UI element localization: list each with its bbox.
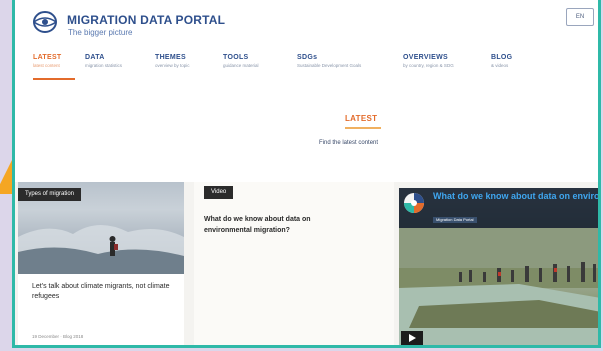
nav-sub: latest content — [33, 63, 60, 68]
nav-item-latest[interactable]: LATEST latest content — [33, 54, 75, 80]
site-header: MIGRATION DATA PORTAL The bigger picture… — [15, 0, 598, 42]
nav-label: DATA — [85, 54, 105, 61]
video-source: Migration Data Portal — [433, 217, 477, 223]
nav-label: SDGs — [297, 54, 318, 61]
nav-item-data[interactable]: DATA migration statistics — [85, 54, 122, 68]
card-tag[interactable]: Types of migration — [18, 188, 82, 201]
nav-item-blog[interactable]: BLOG & videos — [491, 54, 512, 68]
nav-sub: guidance material — [223, 63, 259, 68]
active-underline — [33, 78, 75, 80]
main-nav: LATEST latest content DATA migration sta… — [15, 54, 598, 94]
nav-item-tools[interactable]: TOOLS guidance material — [223, 54, 259, 68]
card-title[interactable]: Let's talk about climate migrants, not c… — [32, 282, 177, 302]
card-title[interactable]: What do we know about data on environmen… — [204, 214, 354, 236]
nav-item-overviews[interactable]: OVERVIEWS by country, region & SDG — [403, 54, 454, 68]
nav-label: OVERVIEWS — [403, 54, 448, 61]
globe-logo-icon[interactable] — [31, 10, 59, 34]
section-title-rule — [345, 127, 381, 129]
play-icon — [409, 334, 416, 342]
video-title-bar: What do we know about data on environmen… — [399, 188, 598, 228]
nav-sub: Sustainable Development Goals — [297, 63, 362, 68]
nav-label: TOOLS — [223, 54, 249, 61]
brand-title[interactable]: MIGRATION DATA PORTAL — [67, 13, 225, 27]
nav-label: BLOG — [491, 54, 513, 61]
channel-logo-icon — [404, 193, 424, 213]
video-card[interactable]: What do we know about data on environmen… — [399, 188, 598, 345]
language-button[interactable]: EN — [566, 8, 594, 26]
section-title: LATEST — [345, 114, 378, 123]
browser-frame: MIGRATION DATA PORTAL The bigger picture… — [12, 0, 601, 348]
card-tag[interactable]: Video — [204, 186, 234, 199]
nav-sub: migration statistics — [85, 63, 123, 68]
nav-label: THEMES — [155, 54, 186, 61]
section-subtitle: Find the latest content — [319, 140, 379, 146]
play-button[interactable] — [401, 331, 423, 345]
article-card-climate-migrants[interactable]: Types of migration Let's talk about clim… — [18, 182, 184, 345]
nav-item-themes[interactable]: THEMES overview by topic — [155, 54, 190, 68]
nav-sub: overview by topic — [155, 63, 190, 68]
nav-label: LATEST — [33, 54, 62, 61]
nav-sub: by country, region & SDG — [403, 63, 454, 68]
nav-item-sdgs[interactable]: SDGs Sustainable Development Goals — [297, 54, 361, 68]
nav-sub: & videos — [491, 63, 509, 68]
card-date: 19 December · Blog 2018 — [32, 334, 84, 339]
brand-subtitle: The bigger picture — [68, 28, 133, 37]
video-title[interactable]: What do we know about data on environmen… — [433, 191, 598, 201]
article-card-environmental-data[interactable]: Video What do we know about data on envi… — [194, 182, 394, 345]
